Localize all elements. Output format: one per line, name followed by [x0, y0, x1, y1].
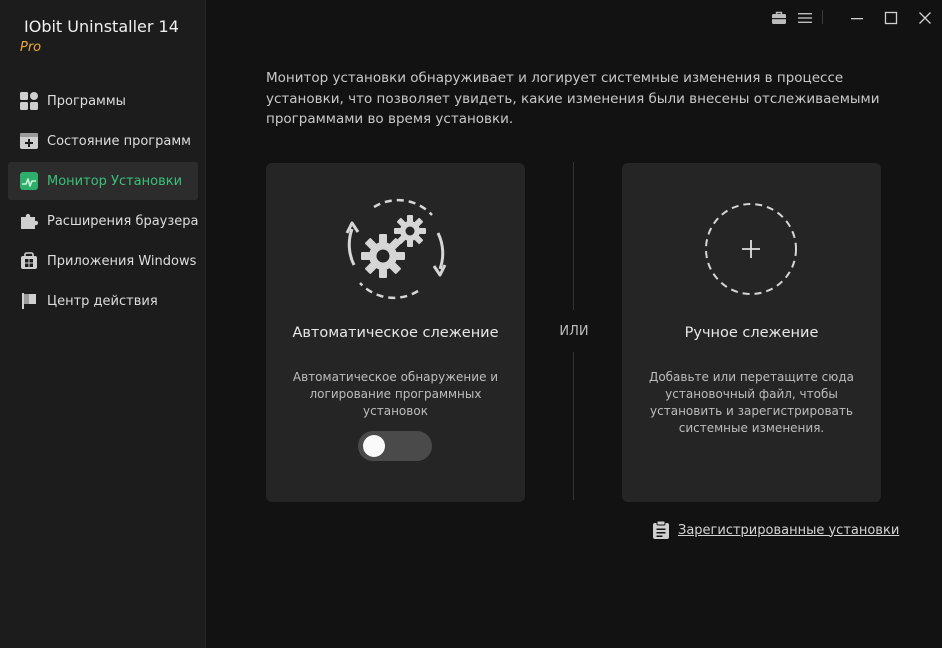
minimize-icon: [851, 18, 863, 20]
auto-tracking-description: Автоматическое обнаружение и логирование…: [292, 370, 499, 418]
or-separator: ИЛИ: [559, 324, 589, 339]
auto-tracking-card: Автоматическое слежение Автоматическое о…: [266, 163, 525, 502]
app-title: IObit Uninstaller 14: [24, 17, 179, 36]
sidebar-item-windows-apps[interactable]: Приложения Windows: [8, 242, 198, 280]
sidebar-item-label: Состояние программ: [47, 133, 191, 149]
sidebar-nav: Программы Состояние программ Монитор Уст…: [8, 82, 199, 322]
clipboard-icon: [653, 520, 669, 539]
toggle-knob: [363, 435, 385, 457]
program-status-icon: [19, 131, 39, 151]
sidebar-item-label: Центр действия: [47, 293, 158, 309]
auto-tracking-title: Автоматическое слежение: [292, 325, 499, 341]
sidebar: IObit Uninstaller 14 Pro Программы Состо…: [0, 0, 206, 648]
auto-tracking-gears-icon: [345, 198, 447, 300]
sidebar-item-action-center[interactable]: Центр действия: [8, 282, 198, 320]
registered-installs-label: Зарегистрированные установки: [678, 522, 900, 538]
maximize-icon: [884, 11, 898, 25]
sidebar-item-browser-extensions[interactable]: Расширения браузера: [8, 202, 199, 240]
install-monitor-description: Монитор установки обнаруживает и логируе…: [266, 70, 880, 127]
programs-grid-icon: [19, 91, 39, 111]
menu-icon: [798, 13, 812, 23]
controls-divider: [822, 10, 823, 24]
install-monitor-icon: [19, 171, 39, 191]
maximize-button[interactable]: [882, 9, 900, 27]
toolbox-icon: [772, 11, 786, 24]
sidebar-item-label: Приложения Windows: [47, 253, 197, 269]
close-button[interactable]: [916, 9, 934, 27]
window-controls: [752, 0, 942, 34]
add-file-icon[interactable]: [703, 201, 799, 297]
manual-tracking-description: Добавьте или перетащите сюда установочны…: [648, 370, 855, 435]
menu-button[interactable]: [796, 9, 814, 27]
minimize-button[interactable]: [848, 9, 866, 27]
sidebar-item-label: Программы: [47, 93, 126, 109]
app-edition-badge: Pro: [20, 40, 42, 55]
sidebar-item-label: Монитор Установки: [47, 173, 183, 189]
toolbox-button[interactable]: [770, 9, 788, 27]
divider-line-bottom: [573, 352, 574, 500]
flag-icon: [19, 291, 39, 311]
sidebar-item-label: Расширения браузера: [47, 213, 199, 229]
auto-tracking-toggle[interactable]: [358, 431, 432, 461]
manual-tracking-card[interactable]: Ручное слежение Добавьте или перетащите …: [622, 163, 881, 502]
sidebar-item-install-monitor[interactable]: Монитор Установки: [8, 162, 198, 200]
registered-installs-link[interactable]: Зарегистрированные установки: [652, 520, 899, 540]
windows-apps-icon: [19, 251, 39, 271]
puzzle-icon: [19, 211, 39, 231]
divider-line-top: [573, 162, 574, 310]
manual-tracking-title: Ручное слежение: [684, 325, 819, 341]
sidebar-item-programs[interactable]: Программы: [8, 82, 198, 120]
sidebar-item-program-status[interactable]: Состояние программ: [8, 122, 198, 160]
close-icon: [919, 12, 931, 24]
